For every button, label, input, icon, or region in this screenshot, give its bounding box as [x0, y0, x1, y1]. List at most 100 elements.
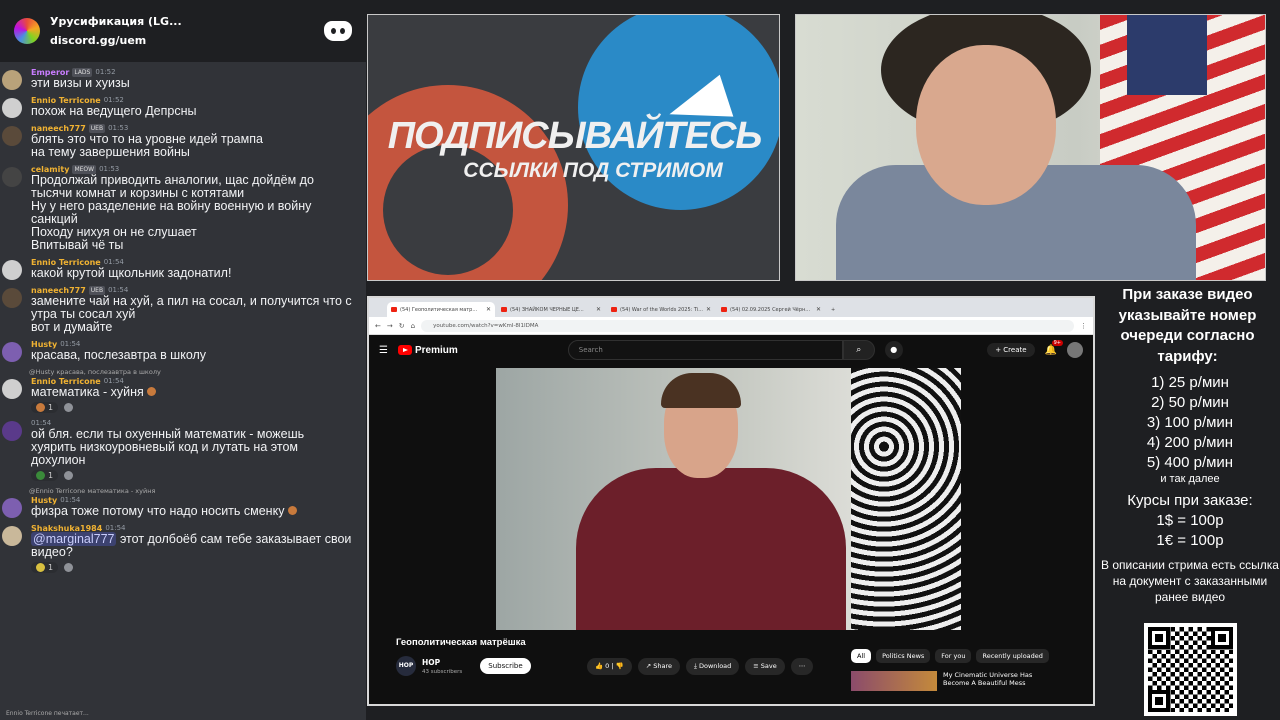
message-text: Впитывай чё ты	[31, 238, 124, 252]
url-field[interactable]: youtube.com/watch?v=wKmI-8I1IDMA	[421, 319, 1074, 332]
reply-preview[interactable]: @Ennio Terricone математика - хуйня	[29, 487, 366, 495]
avatar	[2, 260, 22, 280]
chat-message: naneech777 UEB 01:54 замените чай на хуй, …	[0, 286, 366, 334]
qr-finder	[1148, 690, 1170, 712]
avatar	[2, 70, 22, 90]
rate-item: 1$ = 100р	[1156, 512, 1224, 529]
forward-icon[interactable]: →	[387, 322, 393, 330]
close-tab-icon[interactable]: ✕	[596, 306, 601, 313]
recommended-video[interactable]: My Cinematic Universe Has Become A Beaut…	[851, 671, 1043, 691]
avatar	[2, 526, 22, 546]
message-text: эти визы и хуизы	[31, 76, 130, 90]
youtube-play-icon	[397, 345, 412, 355]
user-mention[interactable]: @marginal777	[31, 532, 117, 546]
qr-finder	[1148, 627, 1170, 649]
avatar	[2, 167, 22, 187]
share-button[interactable]: ↗ Share	[637, 658, 681, 675]
add-reaction-icon[interactable]	[64, 403, 74, 412]
video-thumbnail[interactable]	[851, 671, 937, 691]
video-player[interactable]	[496, 368, 961, 630]
qr-finder	[1211, 627, 1233, 649]
chip-politics-news[interactable]: Politics News	[876, 649, 931, 663]
back-icon[interactable]: ←	[375, 322, 381, 330]
webcam-feed	[795, 14, 1266, 281]
tariff-item: 3) 100 р/мин	[1146, 414, 1234, 431]
browser-tab[interactable]: (54) War of the Worlds 2025: Ti... ✕	[607, 302, 715, 317]
reaction-button[interactable]: 1	[31, 402, 59, 413]
message-text: Ну у него разделение на войну военную и …	[31, 199, 312, 213]
download-button[interactable]: ⤓ Download	[686, 658, 740, 675]
save-button[interactable]: ≡ Save	[745, 658, 785, 675]
message-text: @marginal777 этот долбоёб сам тебе заказ…	[31, 532, 366, 546]
typing-indicator: Ennio Terricone печатает...	[6, 710, 89, 717]
presenter-hair	[661, 373, 741, 408]
menu-icon[interactable]: ☰	[379, 345, 388, 356]
tab-title: (54) ЗНАЙКОМ ЧЕРНЫЕ ЦЕ...	[510, 306, 584, 313]
emoji-icon	[36, 403, 45, 412]
subscriber-count: 43 subscribers	[422, 668, 463, 675]
chat-message: celamity MEOW 01:53 Продолжай приводить ан…	[0, 165, 366, 252]
add-reaction-icon[interactable]	[64, 471, 74, 480]
create-button[interactable]: + Create	[987, 343, 1035, 357]
reload-icon[interactable]: ↻	[399, 322, 405, 330]
invite-link[interactable]: discord.gg/uem	[50, 34, 182, 47]
message-text: физра тоже потому что надо носить сменку	[31, 505, 366, 518]
close-tab-icon[interactable]: ✕	[706, 306, 711, 313]
reaction-button[interactable]: 1	[31, 470, 59, 481]
discord-header: Урусификация (LG... discord.gg/uem	[0, 0, 366, 62]
promo-banner: ПОДПИСЫВАЙТЕСЬ ССЫЛКИ ПОД СТРИМОМ	[367, 14, 780, 281]
recommendation-chips: All Politics News For you Recently uploa…	[851, 649, 1049, 663]
search-input[interactable]: Search	[567, 340, 843, 360]
notification-bell-icon[interactable]: 🔔 9+	[1045, 339, 1063, 356]
close-tab-icon[interactable]: ✕	[486, 306, 491, 313]
video-title: Геополитическая матрёшка	[396, 637, 526, 648]
chat-message: Ennio Terricone 01:52 похож на ведущего Д…	[0, 96, 366, 118]
chip-recently-uploaded[interactable]: Recently uploaded	[976, 649, 1049, 663]
order-info-panel: При заказе видео указывайте номер очеред…	[1100, 285, 1280, 605]
channel-avatar[interactable]: НОР	[396, 656, 416, 676]
promo-subline: ССЫЛКИ ПОД СТРИМОМ	[463, 159, 723, 182]
extensions-icon[interactable]: ⋮	[1080, 322, 1087, 330]
reply-preview[interactable]: @Husty красава, послезавтра в школу	[29, 368, 366, 376]
add-reaction-icon[interactable]	[64, 563, 74, 572]
home-icon[interactable]: ⌂	[411, 322, 415, 330]
video-actions: 👍 0 | 👎 ↗ Share ⤓ Download ≡ Save ⋯	[587, 658, 814, 675]
reactions: 1	[31, 402, 366, 413]
message-text-content: физра тоже потому что надо носить сменку	[31, 504, 285, 518]
chat-message: Husty 01:54 красава, послезавтра в школу	[0, 340, 366, 362]
browser-tab[interactable]: (54) 02.09.2025 Сергей Чёрн... ✕	[717, 302, 825, 317]
tariff-etc: и так далее	[1160, 473, 1220, 485]
chip-all[interactable]: All	[851, 649, 872, 663]
avatar	[2, 379, 22, 399]
flag-canton	[1127, 15, 1207, 95]
browser-tab[interactable]: (54) Геополитическая матр... ✕	[387, 302, 495, 317]
recommended-title[interactable]: My Cinematic Universe Has Become A Beaut…	[943, 671, 1043, 691]
youtube-favicon-icon	[721, 307, 727, 312]
like-button[interactable]: 👍 0 | 👎	[587, 658, 632, 675]
subscribe-button[interactable]: Subscribe	[480, 658, 531, 674]
user-avatar[interactable]	[1067, 342, 1083, 358]
message-text: на тему завершения войны	[31, 145, 190, 159]
logo-text: Premium	[414, 344, 458, 356]
search-icon[interactable]: ⌕	[842, 340, 875, 360]
more-actions-icon[interactable]: ⋯	[790, 658, 814, 675]
share-label: Share	[653, 662, 673, 670]
promo-headline: ПОДПИСЫВАЙТЕСЬ	[387, 115, 763, 157]
tab-title: (54) Геополитическая матр...	[400, 306, 478, 313]
browser-tab[interactable]: (54) ЗНАЙКОМ ЧЕРНЫЕ ЦЕ... ✕	[497, 302, 605, 317]
youtube-logo[interactable]: Premium	[397, 344, 458, 356]
mic-icon[interactable]: ●	[884, 341, 903, 359]
channel-name[interactable]: НОР	[422, 658, 462, 667]
reactions: 1	[31, 470, 366, 481]
order-instructions: При заказе видео указывайте номер очеред…	[1118, 286, 1257, 365]
chip-for-you[interactable]: For you	[935, 649, 972, 663]
close-tab-icon[interactable]: ✕	[816, 306, 821, 313]
reactions: 1	[31, 562, 366, 573]
youtube-favicon-icon	[501, 307, 507, 312]
tariff-item: 1) 25 р/мин	[1151, 374, 1229, 391]
like-count: 0	[605, 662, 610, 670]
message-text: видео?	[31, 545, 73, 559]
reaction-button[interactable]: 1	[31, 562, 59, 573]
new-tab-icon[interactable]: +	[827, 302, 841, 317]
message-text: дохулион	[31, 453, 86, 467]
